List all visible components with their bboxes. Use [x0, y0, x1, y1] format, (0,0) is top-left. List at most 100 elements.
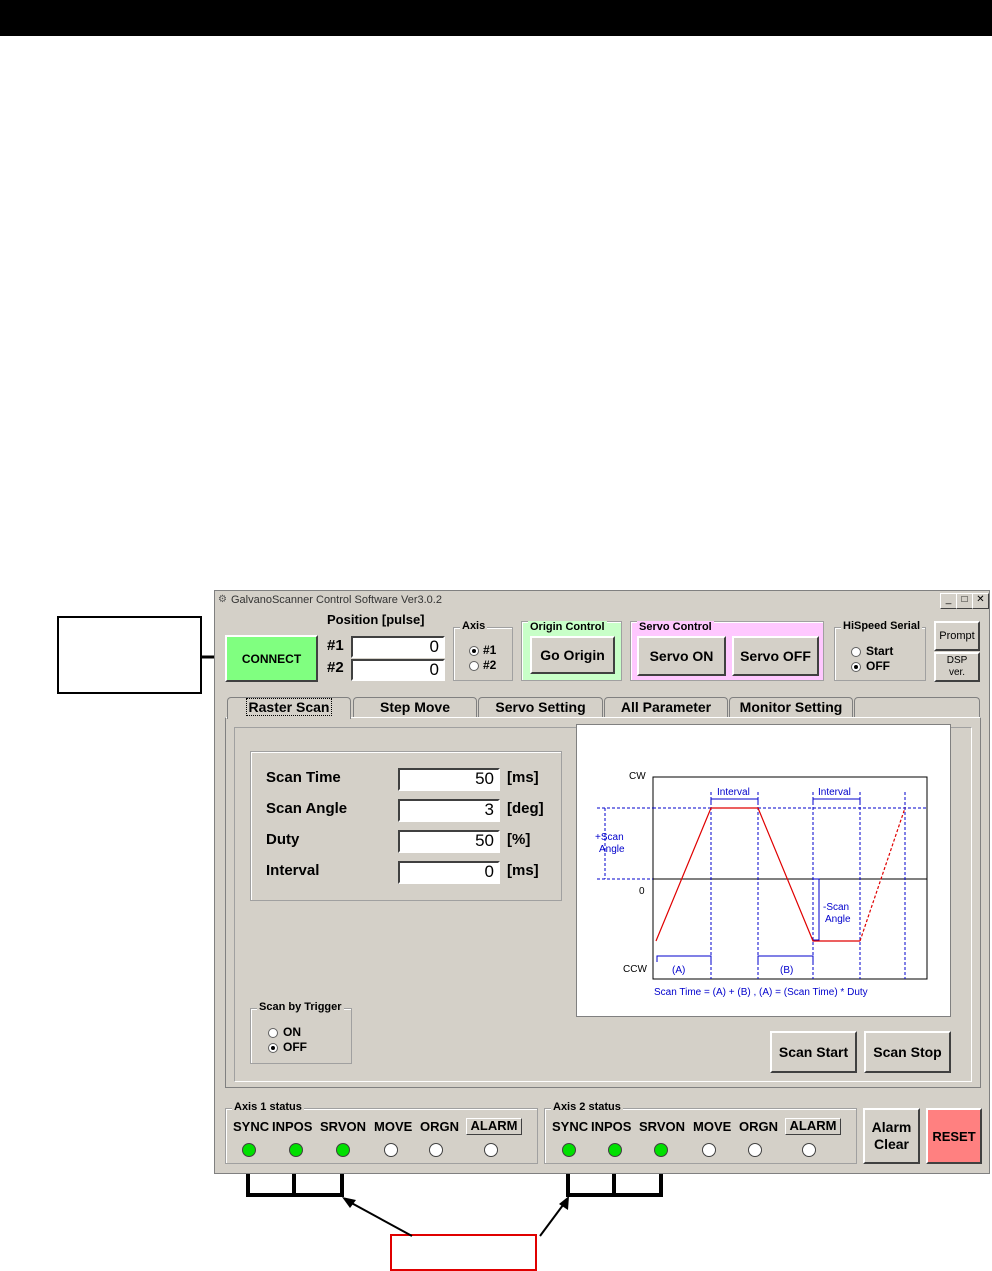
axis2-sync-led: [562, 1143, 576, 1157]
tab-raster-scan-label: Raster Scan: [245, 698, 333, 716]
axis-1-status-group: Axis 1 status SYNC INPOS SRVON MOVE ORGN…: [225, 1101, 538, 1164]
reset-button[interactable]: RESET: [926, 1108, 982, 1164]
interval2-bracket: [812, 798, 861, 802]
hispeed-start-radio[interactable]: [851, 647, 861, 657]
position-title: Position [pulse]: [327, 612, 425, 627]
scan-time-field[interactable]: 50: [398, 768, 500, 791]
app-window: ⚙ GalvanoScanner Control Software Ver3.0…: [214, 590, 990, 1174]
alarm-clear-line1: Alarm: [871, 1119, 912, 1135]
servo-on-button[interactable]: Servo ON: [637, 636, 726, 676]
b-label: (B): [780, 965, 793, 976]
a-bracket: [656, 955, 712, 962]
axis1-move-label: MOVE: [374, 1119, 413, 1134]
dsp-version-line1: DSP: [946, 655, 968, 666]
arrow-head-right: [559, 1196, 569, 1210]
formula-text: Scan Time = (A) + (B) , (A) = (Scan Time…: [654, 987, 868, 998]
tab-all-parameter[interactable]: All Parameter: [604, 697, 728, 717]
b-bracket: [757, 955, 814, 962]
minus-scan-angle-label-2: Angle: [825, 914, 851, 925]
axis1-move-led: [384, 1143, 398, 1157]
axis-2-label: #2: [483, 658, 497, 672]
tab-raster-scan[interactable]: Raster Scan: [227, 697, 351, 719]
callout-box-red: [390, 1234, 537, 1271]
tab-step-move[interactable]: Step Move: [353, 697, 477, 717]
scan-stop-button[interactable]: Scan Stop: [864, 1031, 951, 1073]
callout-box: [57, 616, 202, 694]
trigger-off-radio[interactable]: [268, 1043, 278, 1053]
interval-field[interactable]: 0: [398, 861, 500, 884]
axis-2-status-label: Axis 2 status: [551, 1101, 623, 1113]
servo-off-button[interactable]: Servo OFF: [732, 636, 819, 676]
axis1-alarm-indicator: ALARM: [466, 1118, 522, 1135]
origin-control-label: Origin Control: [528, 621, 607, 633]
axis2-srvon-label: SRVON: [639, 1119, 685, 1134]
hispeed-serial-group: HiSpeed Serial Start OFF: [834, 620, 926, 681]
scan-angle-label: Scan Angle: [266, 800, 348, 817]
ccw-label: CCW: [623, 964, 647, 975]
interval-1-label: Interval: [717, 787, 750, 798]
scan-by-trigger-group: Scan by Trigger ON OFF: [250, 1001, 352, 1064]
axis1-orgn-led: [429, 1143, 443, 1157]
scan-time-label: Scan Time: [266, 769, 341, 786]
minimize-button[interactable]: _: [940, 593, 957, 609]
connect-button[interactable]: CONNECT: [225, 635, 318, 682]
servo-control-group: Servo Control Servo ON Servo OFF: [630, 621, 824, 681]
tab-servo-setting[interactable]: Servo Setting: [478, 697, 603, 717]
scan-by-trigger-label: Scan by Trigger: [257, 1001, 344, 1013]
alarm-clear-button[interactable]: Alarm Clear: [863, 1108, 920, 1164]
axis2-move-label: MOVE: [693, 1119, 732, 1134]
axis1-sync-label: SYNC: [233, 1119, 270, 1134]
dsp-version-button[interactable]: DSP ver.: [934, 652, 980, 682]
axis-2-radio[interactable]: [469, 661, 479, 671]
app-icon: ⚙: [218, 594, 227, 605]
close-button[interactable]: ✕: [972, 593, 989, 609]
axis1-inpos-led: [289, 1143, 303, 1157]
axis2-alarm-led: [802, 1143, 816, 1157]
raster-scan-panel: Scan Time 50 [ms] Scan Angle 3 [deg] Dut…: [225, 717, 981, 1088]
go-origin-button[interactable]: Go Origin: [530, 636, 615, 674]
axis2-alarm-indicator: ALARM: [785, 1118, 841, 1135]
arrow-head-left: [342, 1197, 356, 1208]
position-2-label: #2: [327, 659, 344, 676]
axis1-sync-led: [242, 1143, 256, 1157]
servo-control-label: Servo Control: [637, 621, 714, 633]
prompt-button[interactable]: Prompt: [934, 621, 980, 651]
scan-time-unit: [ms]: [507, 769, 539, 786]
tab-strip-filler: [854, 697, 980, 717]
arrow-line-left: [345, 1199, 413, 1237]
axis2-inpos-label: INPOS: [591, 1119, 632, 1134]
duty-field[interactable]: 50: [398, 830, 500, 853]
axis-1-label: #1: [483, 643, 497, 657]
position-2-field[interactable]: 0: [351, 659, 445, 681]
interval-unit: [ms]: [507, 862, 539, 879]
zero-label: 0: [639, 886, 645, 897]
hispeed-off-radio[interactable]: [851, 662, 861, 672]
trigger-on-radio[interactable]: [268, 1028, 278, 1038]
document-header-bar: [0, 0, 992, 36]
plus-scan-angle-label-1: +Scan: [595, 832, 624, 843]
tab-monitor-setting[interactable]: Monitor Setting: [729, 697, 853, 717]
axis-group: Axis #1 #2: [453, 620, 513, 681]
axis-1-radio[interactable]: [469, 646, 479, 656]
axis2-sync-label: SYNC: [552, 1119, 589, 1134]
position-1-label: #1: [327, 637, 344, 654]
axis2-inpos-led: [608, 1143, 622, 1157]
arrow-line-right: [539, 1200, 567, 1237]
trigger-off-label: OFF: [283, 1040, 307, 1054]
scan-start-button[interactable]: Scan Start: [770, 1031, 857, 1073]
trigger-on-label: ON: [283, 1025, 301, 1039]
hispeed-serial-label: HiSpeed Serial: [841, 620, 923, 632]
maximize-button[interactable]: □: [956, 593, 973, 609]
axis2-orgn-led: [748, 1143, 762, 1157]
interval-label: Interval: [266, 862, 320, 879]
axis-1-status-label: Axis 1 status: [232, 1101, 304, 1113]
scan-waveform-next: [859, 807, 906, 942]
position-1-field[interactable]: 0: [351, 636, 445, 658]
dsp-version-line2: ver.: [948, 667, 966, 678]
axis1-inpos-label: INPOS: [272, 1119, 313, 1134]
cw-label: CW: [629, 771, 646, 782]
axis1-orgn-label: ORGN: [420, 1119, 459, 1134]
axis2-orgn-label: ORGN: [739, 1119, 778, 1134]
axis1-srvon-label: SRVON: [320, 1119, 366, 1134]
scan-angle-field[interactable]: 3: [398, 799, 500, 822]
